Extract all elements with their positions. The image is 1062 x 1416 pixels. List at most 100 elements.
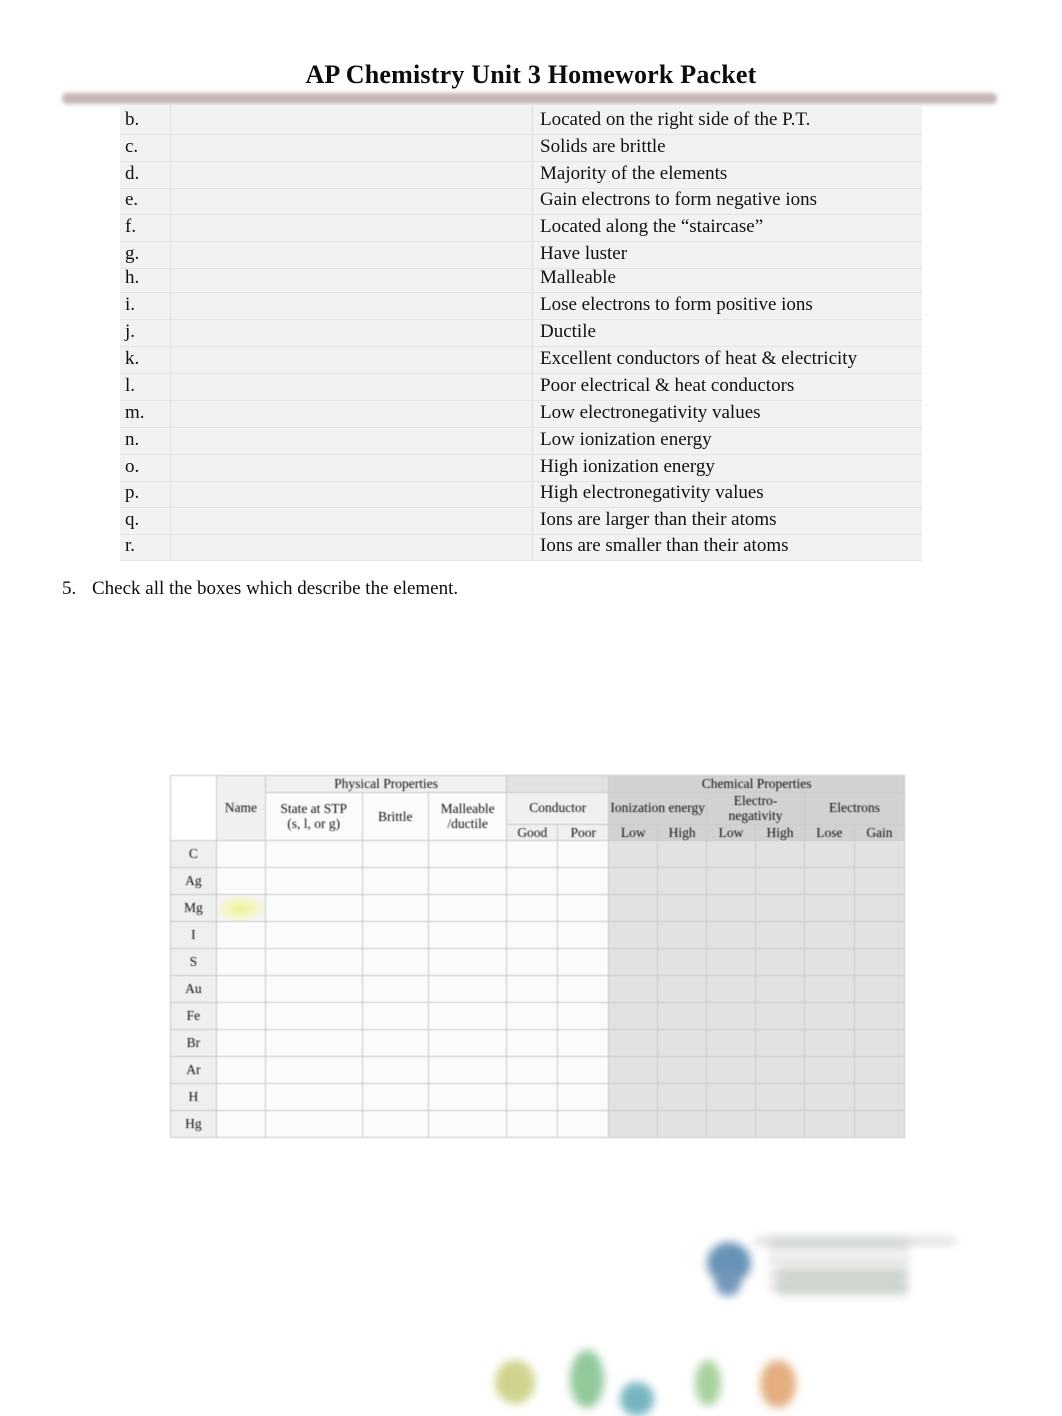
checkbox-cell-conductor-good[interactable] bbox=[506, 975, 559, 1004]
checkbox-cell-electrons-gain[interactable] bbox=[853, 1056, 906, 1085]
checkbox-cell-electrons-lose[interactable] bbox=[803, 1002, 855, 1031]
checkbox-cell-electronegativity-high[interactable] bbox=[755, 867, 805, 896]
checkbox-cell-conductor-poor[interactable] bbox=[557, 975, 610, 1004]
checkbox-cell-state-at-stp[interactable] bbox=[264, 1002, 363, 1031]
checkbox-cell-malleable-ductile[interactable] bbox=[427, 948, 508, 977]
checkbox-cell-brittle[interactable] bbox=[361, 894, 429, 923]
checkbox-cell-electrons-gain[interactable] bbox=[853, 948, 906, 977]
checkbox-cell-ionization-low[interactable] bbox=[608, 921, 659, 950]
checkbox-cell-ionization-high[interactable] bbox=[657, 948, 708, 977]
checkbox-cell-state-at-stp[interactable] bbox=[264, 921, 363, 950]
checkbox-cell-brittle[interactable] bbox=[361, 948, 429, 977]
checkbox-cell-electronegativity-high[interactable] bbox=[755, 1110, 805, 1139]
checkbox-cell-electrons-lose[interactable] bbox=[803, 894, 855, 923]
checkbox-cell-electrons-lose[interactable] bbox=[803, 867, 855, 896]
checkbox-cell-malleable-ductile[interactable] bbox=[427, 975, 508, 1004]
checkbox-cell-conductor-good[interactable] bbox=[506, 867, 559, 896]
checkbox-cell-electrons-lose[interactable] bbox=[803, 975, 855, 1004]
checkbox-cell-state-at-stp[interactable] bbox=[264, 1083, 363, 1112]
checkbox-cell-malleable-ductile[interactable] bbox=[427, 1029, 508, 1058]
checkbox-cell-electronegativity-low[interactable] bbox=[706, 1002, 757, 1031]
checkbox-cell-malleable-ductile[interactable] bbox=[427, 894, 508, 923]
checkbox-cell-state-at-stp[interactable] bbox=[264, 975, 363, 1004]
checkbox-cell-ionization-high[interactable] bbox=[657, 1110, 708, 1139]
checkbox-cell-name[interactable] bbox=[215, 1083, 266, 1112]
checkbox-cell-ionization-low[interactable] bbox=[608, 1029, 659, 1058]
checkbox-cell-electrons-gain[interactable] bbox=[853, 894, 906, 923]
checkbox-cell-malleable-ductile[interactable] bbox=[427, 1002, 508, 1031]
checkbox-cell-ionization-low[interactable] bbox=[608, 867, 659, 896]
checkbox-cell-conductor-good[interactable] bbox=[506, 840, 559, 869]
checkbox-cell-conductor-poor[interactable] bbox=[557, 921, 610, 950]
checkbox-cell-electronegativity-high[interactable] bbox=[755, 1002, 805, 1031]
checkbox-cell-conductor-poor[interactable] bbox=[557, 894, 610, 923]
checkbox-cell-conductor-good[interactable] bbox=[506, 1083, 559, 1112]
checkbox-cell-ionization-low[interactable] bbox=[608, 948, 659, 977]
checkbox-cell-brittle[interactable] bbox=[361, 1083, 429, 1112]
checkbox-cell-brittle[interactable] bbox=[361, 1056, 429, 1085]
checkbox-cell-electrons-gain[interactable] bbox=[853, 975, 906, 1004]
checkbox-cell-electrons-gain[interactable] bbox=[853, 1029, 906, 1058]
checkbox-cell-brittle[interactable] bbox=[361, 1002, 429, 1031]
checkbox-cell-conductor-good[interactable] bbox=[506, 921, 559, 950]
checkbox-cell-state-at-stp[interactable] bbox=[264, 894, 363, 923]
checkbox-cell-name[interactable] bbox=[215, 1002, 266, 1031]
checkbox-cell-ionization-high[interactable] bbox=[657, 867, 708, 896]
checkbox-cell-ionization-high[interactable] bbox=[657, 921, 708, 950]
checkbox-cell-malleable-ductile[interactable] bbox=[427, 867, 508, 896]
checkbox-cell-malleable-ductile[interactable] bbox=[427, 1056, 508, 1085]
checkbox-cell-ionization-high[interactable] bbox=[657, 1002, 708, 1031]
checkbox-cell-conductor-good[interactable] bbox=[506, 948, 559, 977]
checkbox-cell-electronegativity-high[interactable] bbox=[755, 840, 805, 869]
checkbox-cell-conductor-poor[interactable] bbox=[557, 1110, 610, 1139]
checkbox-cell-electrons-gain[interactable] bbox=[853, 921, 906, 950]
checkbox-cell-brittle[interactable] bbox=[361, 975, 429, 1004]
checkbox-cell-conductor-poor[interactable] bbox=[557, 948, 610, 977]
checkbox-cell-ionization-low[interactable] bbox=[608, 894, 659, 923]
checkbox-cell-state-at-stp[interactable] bbox=[264, 948, 363, 977]
checkbox-cell-ionization-high[interactable] bbox=[657, 1083, 708, 1112]
checkbox-cell-conductor-poor[interactable] bbox=[557, 840, 610, 869]
checkbox-cell-electrons-lose[interactable] bbox=[803, 1056, 855, 1085]
checkbox-cell-electronegativity-low[interactable] bbox=[706, 1110, 757, 1139]
checkbox-cell-electrons-gain[interactable] bbox=[853, 867, 906, 896]
checkbox-cell-electronegativity-high[interactable] bbox=[755, 1056, 805, 1085]
checkbox-cell-ionization-low[interactable] bbox=[608, 975, 659, 1004]
checkbox-cell-name[interactable] bbox=[215, 894, 266, 923]
checkbox-cell-malleable-ductile[interactable] bbox=[427, 921, 508, 950]
checkbox-cell-conductor-good[interactable] bbox=[506, 894, 559, 923]
checkbox-cell-brittle[interactable] bbox=[361, 1110, 429, 1139]
checkbox-cell-electrons-lose[interactable] bbox=[803, 921, 855, 950]
checkbox-cell-ionization-low[interactable] bbox=[608, 1110, 659, 1139]
checkbox-cell-electrons-gain[interactable] bbox=[853, 1002, 906, 1031]
checkbox-cell-name[interactable] bbox=[215, 975, 266, 1004]
checkbox-cell-state-at-stp[interactable] bbox=[264, 840, 363, 869]
checkbox-cell-conductor-poor[interactable] bbox=[557, 1002, 610, 1031]
checkbox-cell-conductor-good[interactable] bbox=[506, 1029, 559, 1058]
checkbox-cell-state-at-stp[interactable] bbox=[264, 867, 363, 896]
checkbox-cell-ionization-high[interactable] bbox=[657, 1056, 708, 1085]
checkbox-cell-electrons-gain[interactable] bbox=[853, 840, 906, 869]
checkbox-cell-conductor-poor[interactable] bbox=[557, 1029, 610, 1058]
checkbox-cell-electronegativity-low[interactable] bbox=[706, 975, 757, 1004]
checkbox-cell-electrons-lose[interactable] bbox=[803, 1110, 855, 1139]
checkbox-cell-malleable-ductile[interactable] bbox=[427, 1083, 508, 1112]
checkbox-cell-electronegativity-low[interactable] bbox=[706, 1083, 757, 1112]
checkbox-cell-electronegativity-high[interactable] bbox=[755, 921, 805, 950]
checkbox-cell-name[interactable] bbox=[215, 948, 266, 977]
checkbox-cell-conductor-poor[interactable] bbox=[557, 1083, 610, 1112]
checkbox-cell-malleable-ductile[interactable] bbox=[427, 1110, 508, 1139]
checkbox-cell-electrons-lose[interactable] bbox=[803, 1083, 855, 1112]
checkbox-cell-conductor-good[interactable] bbox=[506, 1002, 559, 1031]
checkbox-cell-electrons-lose[interactable] bbox=[803, 840, 855, 869]
checkbox-cell-conductor-poor[interactable] bbox=[557, 867, 610, 896]
checkbox-cell-state-at-stp[interactable] bbox=[264, 1110, 363, 1139]
checkbox-cell-brittle[interactable] bbox=[361, 1029, 429, 1058]
checkbox-cell-brittle[interactable] bbox=[361, 840, 429, 869]
checkbox-cell-electronegativity-low[interactable] bbox=[706, 1029, 757, 1058]
checkbox-cell-state-at-stp[interactable] bbox=[264, 1056, 363, 1085]
checkbox-cell-brittle[interactable] bbox=[361, 867, 429, 896]
checkbox-cell-electrons-lose[interactable] bbox=[803, 948, 855, 977]
checkbox-cell-electronegativity-high[interactable] bbox=[755, 1029, 805, 1058]
checkbox-cell-name[interactable] bbox=[215, 840, 266, 869]
